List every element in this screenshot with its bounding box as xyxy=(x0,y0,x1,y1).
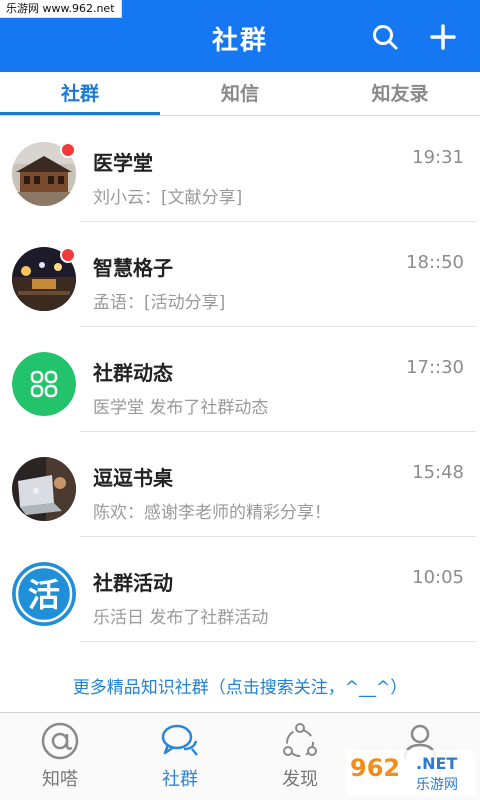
conversation-name: 医学堂 xyxy=(93,151,153,175)
unread-badge xyxy=(60,142,76,158)
tab-indicator xyxy=(0,112,160,115)
nav-label: 知嗒 xyxy=(42,769,78,790)
activity-avatar-glyph: 活 xyxy=(28,576,60,614)
watermark-net: .NET xyxy=(416,754,458,773)
nav-item-community[interactable]: 社群 xyxy=(120,713,240,800)
tab-bar: 社群 知信 知友录 xyxy=(0,72,480,116)
conversation-preview: 乐活日 发布了社群活动 xyxy=(93,608,269,628)
conversation-row[interactable]: 社群动态 17::30 医学堂 发布了社群动态 xyxy=(0,327,480,432)
conversation-preview: 陈欢：感谢李老师的精彩分享！ xyxy=(93,503,331,523)
conversation-preview: 刘小云：[文献分享] xyxy=(93,188,243,208)
unread-badge xyxy=(60,247,76,263)
conversation-preview: 孟语：[活动分享] xyxy=(93,293,226,313)
conversation-list: 医学堂 19:31 刘小云：[文献分享] 智慧格子 18::50 孟语：[活动分… xyxy=(0,117,480,642)
blue-huo-icon: 活 xyxy=(12,562,76,626)
more-communities-link[interactable]: 更多精品知识社群（点击搜索关注，^__^） xyxy=(0,673,480,698)
conversation-time: 15:48 xyxy=(412,462,464,483)
nav-item-zhida[interactable]: 知嗒 xyxy=(0,713,120,800)
conversation-row[interactable]: 活 社群活动 10:05 乐活日 发布了社群活动 xyxy=(0,537,480,642)
conversation-name: 逗逗书桌 xyxy=(93,466,173,490)
tab-community[interactable]: 社群 xyxy=(0,72,160,116)
green-apps-icon xyxy=(12,352,76,416)
avatar xyxy=(12,457,76,521)
nav-label: 社群 xyxy=(162,769,198,790)
nav-item-discover[interactable]: 发现 xyxy=(240,713,360,800)
watermark-logo: 962 xyxy=(350,754,401,782)
conversation-name: 社群动态 xyxy=(93,361,173,385)
conversation-name: 智慧格子 xyxy=(93,256,173,280)
conversation-row[interactable]: 医学堂 19:31 刘小云：[文献分享] xyxy=(0,117,480,222)
conversation-time: 19:31 xyxy=(412,147,464,168)
conversation-row[interactable]: 智慧格子 18::50 孟语：[活动分享] xyxy=(0,222,480,327)
plus-icon[interactable] xyxy=(428,22,458,52)
chat-bubbles-icon xyxy=(160,721,200,761)
conversation-time: 17::30 xyxy=(406,357,464,378)
divider xyxy=(80,641,476,642)
page-title: 社群 xyxy=(211,26,268,56)
discover-icon xyxy=(280,721,320,761)
conversation-row[interactable]: 逗逗书桌 15:48 陈欢：感谢李老师的精彩分享！ xyxy=(0,432,480,537)
at-icon xyxy=(40,721,80,761)
search-icon[interactable] xyxy=(370,22,400,52)
tab-messages[interactable]: 知信 xyxy=(160,72,320,116)
tab-contacts[interactable]: 知友录 xyxy=(320,72,480,116)
conversation-name: 社群活动 xyxy=(93,571,173,595)
conversation-time: 10:05 xyxy=(412,567,464,588)
watermark-sub: 乐游网 xyxy=(416,777,458,793)
site-logo-watermark: 962 .NET 乐游网 xyxy=(346,750,476,796)
conversation-time: 18::50 xyxy=(406,252,464,273)
site-watermark: 乐游网 www.962.net xyxy=(0,0,122,18)
conversation-preview: 医学堂 发布了社群动态 xyxy=(93,398,269,418)
nav-label: 发现 xyxy=(282,769,318,790)
